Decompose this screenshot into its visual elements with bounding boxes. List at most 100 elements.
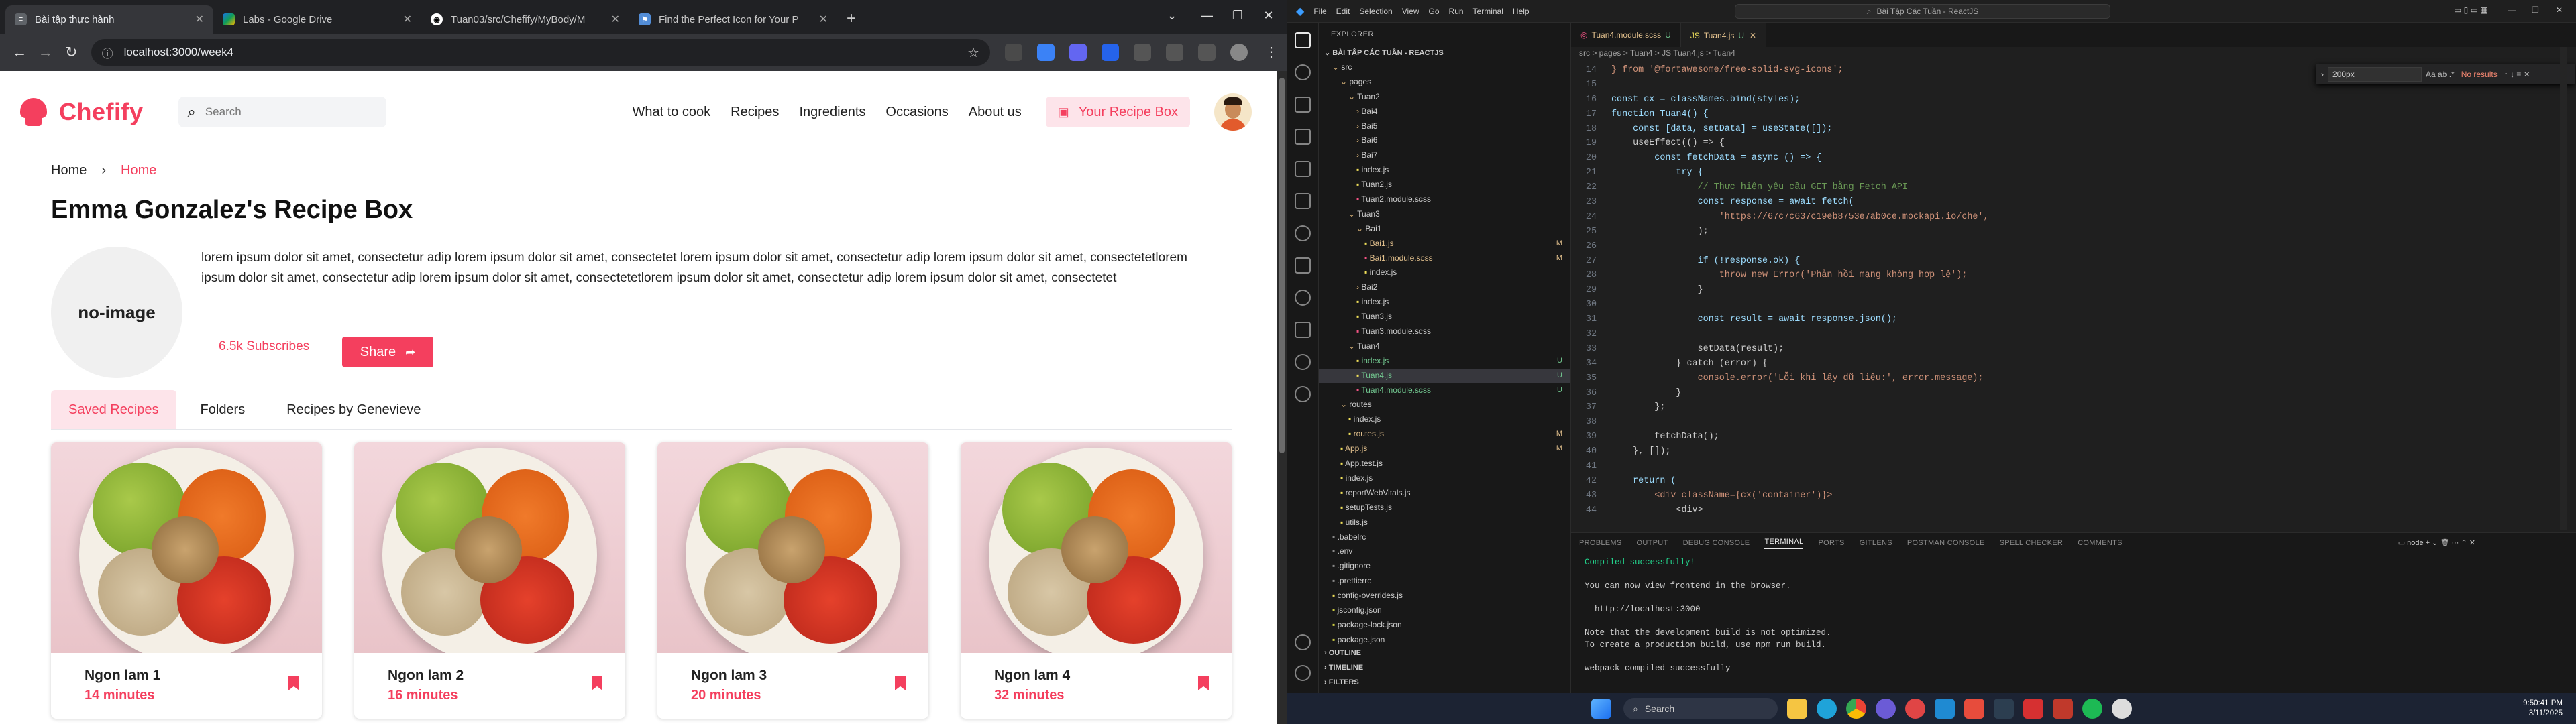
source-control-icon[interactable] [1295, 97, 1311, 113]
subscribes-count[interactable]: 6.5k Subscribes [219, 337, 309, 357]
tree-file[interactable]: ▪ Tuan2.js [1319, 178, 1570, 192]
browser-tab[interactable]: ⚑ Find the Perfect Icon for Your P ✕ [629, 5, 837, 34]
tree-file[interactable]: ▪ reportWebVitals.js [1319, 486, 1570, 501]
tree-folder[interactable]: › Bai2 [1319, 280, 1570, 295]
chrome-icon[interactable] [1846, 699, 1866, 719]
extension-icon[interactable] [1036, 44, 1055, 61]
tree-file[interactable]: ▪ Tuan3.js [1319, 310, 1570, 324]
site-info-icon[interactable]: ⓘ [102, 44, 113, 61]
reload-icon[interactable]: ↻ [58, 39, 85, 66]
code-view[interactable]: 14} from '@fortawesome/free-solid-svg-ic… [1571, 63, 2576, 518]
remote-explorer-icon[interactable] [1295, 193, 1311, 209]
tree-file[interactable]: ▪ jsconfig.json [1319, 603, 1570, 618]
nav-about-us[interactable]: About us [969, 105, 1022, 120]
address-bar[interactable]: ⓘ localhost:3000/week4 ☆ [91, 39, 990, 66]
back-icon[interactable]: ← [7, 39, 33, 66]
docker-icon[interactable] [1295, 322, 1311, 338]
spotify-icon[interactable] [2082, 699, 2102, 719]
recipe-card[interactable]: Ngon lam 2 16 minutes [354, 442, 625, 719]
menu-help[interactable]: Help [1513, 7, 1529, 16]
bookmark-icon[interactable] [1198, 676, 1209, 690]
tree-file[interactable]: ▪ config-overrides.js [1319, 589, 1570, 603]
menu-dots-icon[interactable]: ⋮ [1263, 44, 1280, 61]
panel-tab[interactable]: PROBLEMS [1579, 539, 1622, 547]
chevron-right-icon[interactable]: › [2321, 70, 2324, 79]
section-filters[interactable]: › FILTERS [1319, 676, 1570, 690]
run-debug-icon[interactable] [1295, 129, 1311, 145]
section-outline[interactable]: › OUTLINE [1319, 646, 1570, 661]
tree-folder[interactable]: ⌄ src [1319, 60, 1570, 75]
editor-breadcrumb[interactable]: src > pages > Tuan4 > JS Tuan4.js > Tuan… [1579, 48, 1735, 58]
app-icon[interactable] [2053, 699, 2073, 719]
tree-folder[interactable]: › Bai5 [1319, 119, 1570, 134]
tree-file[interactable]: ▪ package-lock.json [1319, 618, 1570, 633]
match-case-icon[interactable]: Aa ab .* [2426, 70, 2455, 79]
chevron-down-icon[interactable]: ⌄ [1157, 0, 1187, 31]
windows-start-icon[interactable] [1591, 699, 1611, 719]
project-root[interactable]: ⌄ BÀI TẬP CÁC TUẦN - REACTJS [1319, 46, 1570, 60]
account-icon[interactable] [1295, 634, 1311, 650]
menu-selection[interactable]: Selection [1359, 7, 1392, 16]
app-icon[interactable] [1905, 699, 1925, 719]
tree-file[interactable]: ▪ index.js [1319, 412, 1570, 427]
panel-tab[interactable]: SPELL CHECKER [2000, 539, 2063, 547]
menu-run[interactable]: Run [1449, 7, 1464, 16]
panel-tab[interactable]: OUTPUT [1637, 539, 1668, 547]
tree-file[interactable]: ▪ Bai1.module.scss M [1319, 251, 1570, 266]
edge-icon[interactable] [1817, 699, 1837, 719]
tree-file[interactable]: ▪ Tuan4.module.scss U [1319, 383, 1570, 398]
command-center[interactable]: ⌕ Bài Tập Các Tuần - ReactJS [1735, 4, 2110, 19]
tab-saved-recipes[interactable]: Saved Recipes [51, 390, 176, 429]
breadcrumb-home[interactable]: Home [51, 163, 87, 178]
menu-view[interactable]: View [1402, 7, 1419, 16]
menu-go[interactable]: Go [1429, 7, 1440, 16]
tree-file[interactable]: ▪ Tuan2.module.scss [1319, 192, 1570, 207]
find-nav-icon[interactable]: ↑ ↓ ≡ ✕ [2504, 70, 2530, 79]
tree-file[interactable]: ▪ Tuan3.module.scss [1319, 324, 1570, 339]
tree-file[interactable]: ▪ App.test.js [1319, 457, 1570, 471]
nav-what-to-cook[interactable]: What to cook [632, 105, 710, 120]
panel-tab[interactable]: TERMINAL [1764, 538, 1804, 549]
app-icon[interactable] [2023, 699, 2043, 719]
forward-icon[interactable]: → [33, 39, 59, 66]
recipe-box-button[interactable]: ▣ Your Recipe Box [1045, 97, 1190, 127]
recipe-card[interactable]: Ngon lam 1 14 minutes [51, 442, 322, 719]
close-tab-icon[interactable]: ✕ [611, 13, 620, 26]
search-icon[interactable] [1295, 64, 1311, 80]
tree-folder[interactable]: ⌄ routes [1319, 398, 1570, 412]
minimap[interactable] [2560, 47, 2567, 530]
app-icon[interactable] [1994, 699, 2014, 719]
bookmark-icon[interactable] [592, 676, 602, 690]
tree-folder[interactable]: ⌄ Tuan2 [1319, 90, 1570, 105]
close-tab-icon[interactable]: ✕ [819, 13, 828, 26]
tree-folder[interactable]: › Bai4 [1319, 105, 1570, 119]
puzzle-icon[interactable] [1197, 44, 1216, 61]
extension-icon[interactable] [1165, 44, 1183, 61]
close-tab-icon[interactable]: ✕ [1750, 31, 1756, 40]
search-input[interactable]: ⌕ Search [178, 97, 386, 127]
close-tab-icon[interactable]: ✕ [403, 13, 412, 26]
close-window-icon[interactable]: ✕ [1253, 0, 1284, 31]
postman-icon[interactable] [1295, 386, 1311, 402]
app-icon[interactable] [1964, 699, 1984, 719]
extension-icon[interactable] [1069, 44, 1087, 61]
tree-folder[interactable]: ⌄ Tuan3 [1319, 207, 1570, 222]
explorer-icon[interactable] [1295, 32, 1311, 48]
panel-tab[interactable]: POSTMAN CONSOLE [1907, 539, 1985, 547]
phone-icon[interactable] [1004, 44, 1022, 61]
app-icon[interactable] [1876, 699, 1896, 719]
browser-tab[interactable]: Labs - Google Drive ✕ [213, 5, 421, 34]
restore-icon[interactable]: ❐ [2532, 5, 2539, 15]
share-button[interactable]: Share ➦ [342, 337, 433, 367]
tree-file[interactable]: ▪ index.js [1319, 471, 1570, 486]
find-input[interactable]: 200px [2328, 67, 2422, 82]
close-tab-icon[interactable]: ✕ [195, 13, 204, 26]
menu-file[interactable]: File [1313, 7, 1326, 16]
restore-icon[interactable]: ❐ [1222, 0, 1253, 31]
brand-logo[interactable]: Chefify [59, 98, 144, 126]
tree-file[interactable]: ▪ utils.js [1319, 516, 1570, 530]
tree-file[interactable]: ▪ App.js M [1319, 442, 1570, 457]
minimize-icon[interactable]: — [1191, 0, 1222, 31]
bookmark-star-icon[interactable]: ☆ [967, 44, 979, 61]
github-icon[interactable] [1295, 225, 1311, 241]
